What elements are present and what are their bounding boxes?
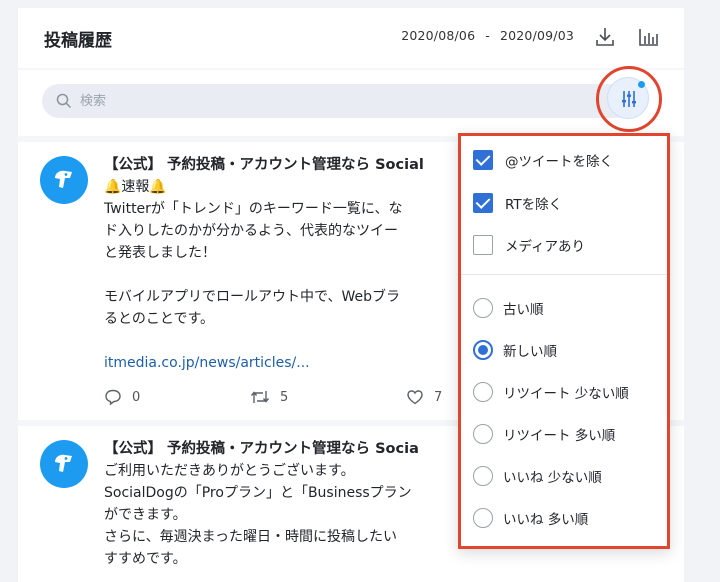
socialdog-logo-icon (55, 170, 72, 188)
search-icon (56, 93, 72, 109)
sliders-icon (622, 91, 636, 107)
page-title: 投稿履歴 (44, 31, 112, 51)
option-label: リツイート 少ない順 (503, 386, 629, 402)
post-text-line: すすめです。 (104, 551, 187, 567)
socialdog-logo-icon (55, 454, 72, 472)
sort-option-newest[interactable]: 新しい順 (473, 338, 557, 362)
option-label: リツイート 多い順 (503, 428, 616, 444)
search-input[interactable] (80, 90, 600, 112)
reply-icon (105, 389, 121, 406)
filter-active-dot (638, 81, 645, 88)
sort-option-retweets-asc[interactable]: リツイート 少ない順 (473, 380, 629, 404)
sort-option-likes-asc[interactable]: いいね 少ない順 (473, 464, 602, 488)
search-box[interactable] (42, 84, 632, 118)
filter-option-exclude-rt[interactable]: RTを除く (473, 191, 562, 215)
reply-count: 0 (132, 389, 141, 405)
search-row (18, 70, 684, 136)
bar-chart-icon[interactable] (636, 24, 662, 50)
like-button[interactable]: 7 (406, 388, 442, 406)
radio-unselected[interactable] (473, 424, 493, 444)
like-count: 7 (434, 389, 443, 405)
filter-dropdown: @ツイートを除く RTを除く メディアあり 古い順 新しい順 リツイート 少ない… (458, 133, 670, 549)
filter-button[interactable] (607, 77, 649, 119)
option-label: いいね 少ない順 (503, 470, 602, 486)
header: 投稿履歴 2020/08/06-2020/09/03 (18, 8, 684, 68)
radio-unselected[interactable] (473, 466, 493, 486)
download-icon[interactable] (592, 24, 618, 50)
retweet-button[interactable]: 5 (250, 388, 288, 406)
filter-option-exclude-mentions[interactable]: @ツイートを除く (473, 148, 613, 172)
avatar[interactable] (40, 156, 88, 204)
heart-icon (407, 390, 423, 405)
radio-unselected[interactable] (473, 298, 493, 318)
option-label: いいね 多い順 (503, 512, 589, 528)
date-from[interactable]: 2020/08/06 (401, 28, 475, 43)
divider (461, 274, 667, 275)
sort-option-retweets-desc[interactable]: リツイート 多い順 (473, 422, 615, 446)
radio-unselected[interactable] (473, 382, 493, 402)
checkbox-checked[interactable] (473, 150, 493, 170)
option-label: @ツイートを除く (505, 154, 613, 170)
date-range[interactable]: 2020/08/06-2020/09/03 (401, 28, 574, 43)
option-label: RTを除く (505, 197, 563, 213)
radio-selected[interactable] (473, 340, 493, 360)
date-to[interactable]: 2020/09/03 (500, 28, 574, 43)
filter-option-has-media[interactable]: メディアあり (473, 233, 585, 257)
sort-option-oldest[interactable]: 古い順 (473, 296, 544, 320)
checkbox-checked[interactable] (473, 193, 493, 213)
date-separator: - (485, 28, 490, 43)
retweet-icon (250, 391, 270, 403)
radio-unselected[interactable] (473, 508, 493, 528)
option-label: 新しい順 (503, 344, 557, 360)
reply-button[interactable]: 0 (104, 388, 140, 406)
retweet-count: 5 (280, 389, 289, 405)
option-label: メディアあり (505, 239, 586, 255)
option-label: 古い順 (503, 302, 544, 318)
checkbox-unchecked[interactable] (473, 235, 493, 255)
avatar[interactable] (40, 440, 88, 488)
sort-option-likes-desc[interactable]: いいね 多い順 (473, 506, 588, 530)
